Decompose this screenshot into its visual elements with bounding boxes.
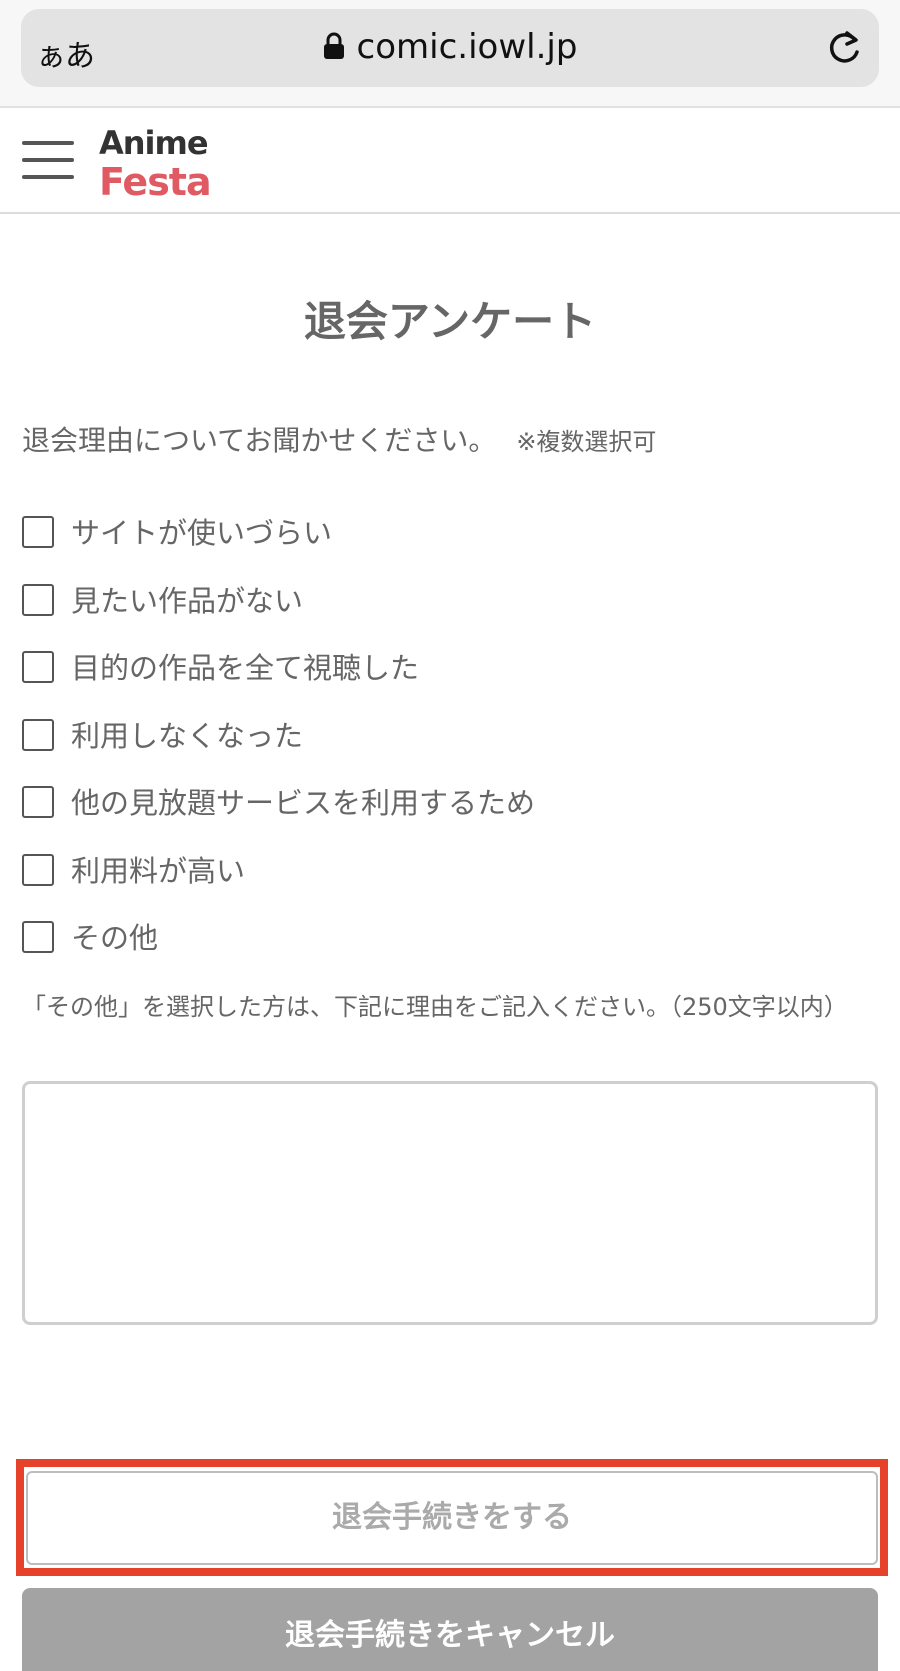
checkbox[interactable] <box>22 921 54 953</box>
withdraw-button[interactable]: 退会手続きをする <box>26 1471 878 1565</box>
cancel-withdrawal-button[interactable]: 退会手続きをキャンセル <box>22 1588 878 1671</box>
multiple-choice-note: ※複数選択可 <box>516 428 657 456</box>
other-reason-note: 「その他」を選択した方は、下記に理由をご記入ください。（250文字以内） <box>22 993 848 1021</box>
checkbox[interactable] <box>22 718 54 751</box>
checkbox[interactable] <box>22 651 54 683</box>
anime-festa-logo[interactable]: Anime Festa <box>99 124 212 204</box>
url-display[interactable]: comic.iowl.jp <box>21 27 879 67</box>
reason-option[interactable]: その他 <box>22 915 882 983</box>
reason-option[interactable]: 見たい作品がない <box>22 578 882 646</box>
logo-line-top: Anime <box>99 124 209 162</box>
reason-option[interactable]: 他の見放題サービスを利用するため <box>22 780 882 848</box>
site-header: Anime Festa <box>0 110 900 214</box>
logo-line-bottom: Festa <box>99 160 212 204</box>
lock-icon <box>323 32 344 59</box>
checkbox[interactable] <box>22 516 54 548</box>
reason-option[interactable]: 目的の作品を全て視聴した <box>22 645 882 713</box>
url-text: comic.iowl.jp <box>356 27 578 67</box>
option-label: サイトが使いづらい <box>71 516 333 550</box>
option-label: 見たい作品がない <box>71 583 304 618</box>
other-reason-textarea[interactable] <box>22 1081 878 1325</box>
checkbox[interactable] <box>22 786 54 818</box>
question-text: 退会理由についてお聞かせください。 <box>22 424 497 457</box>
reason-option[interactable]: 利用しなくなった <box>22 713 882 781</box>
browser-address-bar: ぁあ comic.iowl.jp <box>0 0 900 108</box>
page-title: 退会アンケート <box>303 297 597 346</box>
menu-icon[interactable] <box>22 137 74 183</box>
option-label: その他 <box>71 921 159 955</box>
option-label: 他の見放題サービスを利用するため <box>71 786 536 820</box>
option-label: 利用しなくなった <box>71 718 304 753</box>
option-label: 利用料が高い <box>71 853 246 888</box>
reason-option[interactable]: サイトが使いづらい <box>22 510 882 578</box>
option-label: 目的の作品を全て視聴した <box>71 651 420 685</box>
checkbox[interactable] <box>22 853 54 886</box>
reload-icon[interactable] <box>823 27 865 69</box>
checkbox[interactable] <box>22 583 54 616</box>
survey-question: 退会理由についてお聞かせください。 ※複数選択可 <box>22 419 656 459</box>
reason-options: サイトが使いづらい 見たい作品がない 目的の作品を全て視聴した 利用しなくなった… <box>22 510 882 983</box>
reason-option[interactable]: 利用料が高い <box>22 848 882 916</box>
address-field[interactable]: ぁあ comic.iowl.jp <box>21 9 879 87</box>
